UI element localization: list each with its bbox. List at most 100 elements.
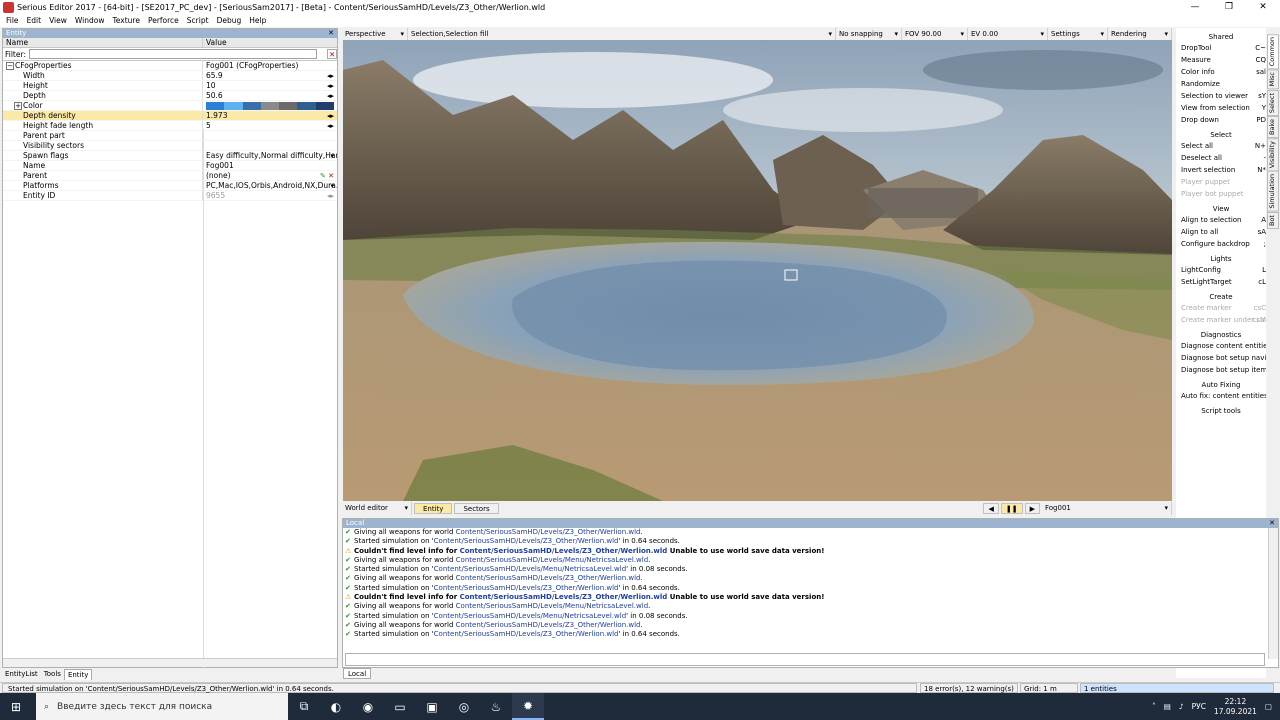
horizontal-scrollbar[interactable]: [3, 658, 337, 667]
spin-arrows-icon[interactable]: ◂▸: [327, 91, 334, 101]
menu-perforce[interactable]: Perforce: [148, 15, 179, 27]
explorer-icon[interactable]: ▭: [384, 693, 416, 720]
settings-dropdown[interactable]: Settings: [1048, 28, 1108, 40]
column-divider[interactable]: [203, 129, 204, 669]
3d-viewport[interactable]: [343, 40, 1172, 501]
rendering-dropdown[interactable]: Rendering: [1108, 28, 1172, 40]
entity-panel-close-icon[interactable]: ✕: [328, 29, 334, 38]
property-row[interactable]: − CFogProperties Fog001 (CFogProperties): [3, 61, 337, 71]
steam-icon[interactable]: ♨: [480, 693, 512, 720]
tool-diagnose-content-entities[interactable]: Diagnose content entities: [1176, 340, 1266, 352]
section-header-script-tools[interactable]: Script tools: [1176, 406, 1266, 416]
minimize-button[interactable]: —: [1178, 0, 1212, 15]
volume-icon[interactable]: ♪: [1179, 702, 1184, 711]
property-row[interactable]: Parent part: [3, 131, 337, 141]
spin-arrows-icon[interactable]: ◂▸: [327, 111, 334, 121]
color-swatch-bar[interactable]: [206, 102, 334, 110]
dropdown-arrow-icon[interactable]: ▾: [330, 181, 334, 191]
log-link[interactable]: Content/SeriousSamHD/Levels/Z3_Other/Wer…: [456, 528, 641, 536]
clock[interactable]: 22:12 17.09.2021: [1214, 697, 1257, 717]
vtab-bake[interactable]: Bake: [1267, 115, 1279, 138]
filter-input[interactable]: [28, 49, 318, 59]
tool-color-info[interactable]: Color info sal: [1176, 66, 1266, 78]
view-mode-dropdown[interactable]: Perspective: [342, 28, 408, 40]
column-value-header[interactable]: Value: [203, 38, 227, 47]
log-link[interactable]: Content/SeriousSamHD/Levels/Z3_Other/Wer…: [434, 537, 619, 545]
tool-measure[interactable]: Measure CQ: [1176, 54, 1266, 66]
log-link[interactable]: Content/SeriousSamHD/Levels/Z3_Other/Wer…: [460, 547, 668, 555]
prev-icon[interactable]: ◀: [983, 503, 999, 514]
log-link[interactable]: Content/SeriousSamHD/Levels/Menu/Netrics…: [456, 602, 648, 610]
property-value[interactable]: 5: [203, 121, 337, 130]
property-row[interactable]: Platforms PC,Mac,IOS,Orbis,Android,NX,Du…: [3, 181, 337, 191]
serious-editor-taskbar-icon[interactable]: ✹: [512, 693, 544, 720]
menu-texture[interactable]: Texture: [112, 15, 139, 27]
log-link[interactable]: Content/SeriousSamHD/Levels/Menu/Netrics…: [434, 612, 626, 620]
vtab-misc[interactable]: Misc: [1267, 69, 1279, 90]
task-view-icon[interactable]: ⧉: [288, 693, 320, 720]
property-row[interactable]: Height 10 ◂▸: [3, 81, 337, 91]
snapping-dropdown[interactable]: No snapping: [836, 28, 902, 40]
taskbar-search[interactable]: ⌕ Введите здесь текст для поиска: [36, 693, 288, 720]
status-errors[interactable]: 18 error(s), 12 warning(s): [920, 683, 1018, 693]
menu-file[interactable]: File: [6, 15, 19, 27]
tool-diagnose-bot-setup-items[interactable]: Diagnose bot setup items: [1176, 364, 1266, 376]
property-row[interactable]: Width 65.9 ◂▸: [3, 71, 337, 81]
ev-dropdown[interactable]: EV 0.00: [968, 28, 1048, 40]
editor-mode-dropdown[interactable]: World editor: [342, 502, 412, 515]
next-icon[interactable]: ▶: [1024, 503, 1040, 514]
tool-configure-backdrop[interactable]: Configure backdrop;: [1176, 238, 1266, 250]
property-row[interactable]: Name Fog001: [3, 161, 337, 171]
network-icon[interactable]: ▤: [1164, 702, 1171, 711]
property-value[interactable]: 1.973: [203, 111, 337, 120]
tool-diagnose-bot-setup-naviga[interactable]: Diagnose bot setup naviga: [1176, 352, 1266, 364]
chevron-up-icon[interactable]: ˄: [1152, 702, 1156, 711]
property-value[interactable]: 65.9: [203, 71, 337, 80]
property-row[interactable]: Parent (none) ✎ ✕: [3, 171, 337, 181]
menu-debug[interactable]: Debug: [217, 15, 242, 27]
tab-entity-mode[interactable]: Entity: [414, 503, 453, 514]
log-link[interactable]: Content/SeriousSamHD/Levels/Z3_Other/Wer…: [434, 584, 619, 592]
property-value[interactable]: 10: [203, 81, 337, 90]
console-input[interactable]: [345, 653, 1265, 666]
fov-dropdown[interactable]: FOV 90.00: [902, 28, 968, 40]
log-scrollbar[interactable]: [1268, 528, 1278, 659]
property-value[interactable]: (none): [203, 171, 337, 180]
language-indicator[interactable]: РУС: [1192, 702, 1206, 711]
vtab-select[interactable]: Select: [1267, 89, 1279, 116]
property-value[interactable]: 50.6: [203, 91, 337, 100]
tab-local[interactable]: Local: [343, 668, 372, 679]
log-link[interactable]: Content/SeriousSamHD/Levels/Z3_Other/Wer…: [456, 574, 641, 582]
menu-window[interactable]: Window: [75, 15, 105, 27]
spin-arrows-icon[interactable]: ◂▸: [327, 121, 334, 131]
column-name-header[interactable]: Name: [3, 38, 203, 47]
tool-align-to-all[interactable]: Align to all sA: [1176, 226, 1266, 238]
log-link[interactable]: Content/SeriousSamHD/Levels/Menu/Netrics…: [434, 565, 626, 573]
property-row[interactable]: + Color: [3, 101, 337, 111]
tool-align-to-selection[interactable]: Align to selection A: [1176, 214, 1266, 226]
collapse-icon[interactable]: −: [6, 62, 14, 70]
selection-mode-dropdown[interactable]: Selection,Selection fill: [408, 28, 836, 40]
property-value[interactable]: [203, 131, 337, 140]
color-value[interactable]: [203, 101, 337, 110]
pause-icon[interactable]: ❚❚: [1000, 503, 1023, 514]
tab-sectors-mode[interactable]: Sectors: [454, 503, 499, 514]
selected-entity-dropdown[interactable]: Fog001: [1042, 502, 1172, 515]
tab-entitylist[interactable]: EntityList: [2, 669, 41, 680]
tool-view-from-selection[interactable]: View from selection Y: [1176, 102, 1266, 114]
vtab-visibility[interactable]: Visibility: [1267, 137, 1279, 171]
windows-start-icon[interactable]: ⊞: [0, 693, 32, 720]
tool-drop-down[interactable]: Drop down PD: [1176, 114, 1266, 126]
tool-auto-fix-content-entities[interactable]: Auto fix: content entities: [1176, 390, 1266, 402]
property-row[interactable]: Depth 50.6 ◂▸: [3, 91, 337, 101]
menu-help[interactable]: Help: [249, 15, 266, 27]
tool-select-all[interactable]: Select all N+: [1176, 140, 1266, 152]
notifications-icon[interactable]: ▢: [1265, 702, 1272, 711]
chrome-icon[interactable]: ◉: [352, 693, 384, 720]
log-link[interactable]: Content/SeriousSamHD/Levels/Z3_Other/Wer…: [456, 621, 641, 629]
menu-script[interactable]: Script: [187, 15, 209, 27]
close-button[interactable]: ✕: [1246, 0, 1280, 15]
tool-setlighttarget[interactable]: SetLightTarget cL: [1176, 276, 1266, 288]
tab-tools[interactable]: Tools: [41, 669, 64, 680]
app-icon-purple[interactable]: ◎: [448, 693, 480, 720]
